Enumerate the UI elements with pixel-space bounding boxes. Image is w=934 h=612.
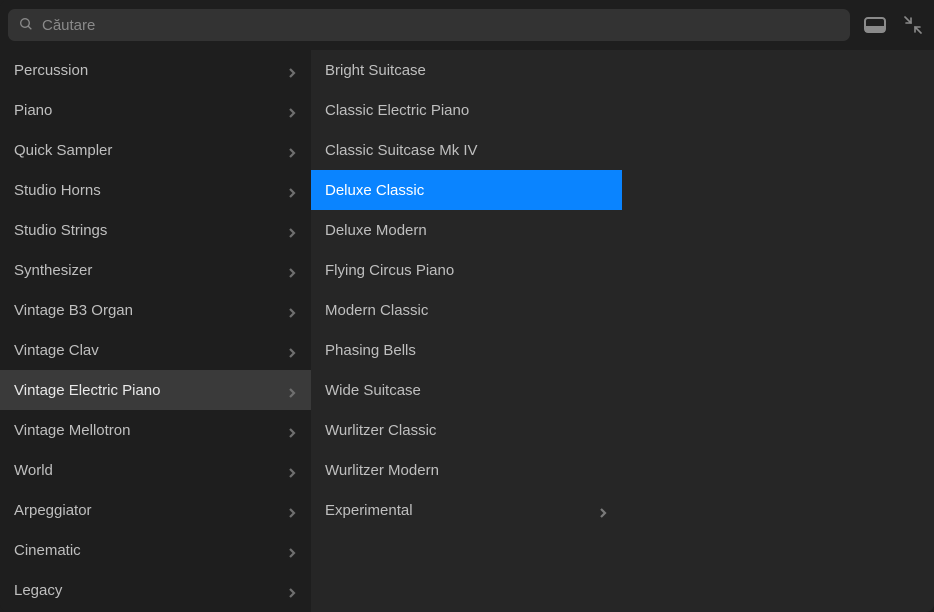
preset-item[interactable]: Wide Suitcase <box>311 370 622 410</box>
category-item-label: Studio Strings <box>14 222 107 239</box>
topbar <box>0 0 934 50</box>
panel-toggle-button[interactable] <box>862 14 888 36</box>
category-item[interactable]: Piano <box>0 90 311 130</box>
category-item-label: World <box>14 462 53 479</box>
preset-item-label: Wide Suitcase <box>325 382 421 399</box>
preset-item[interactable]: Wurlitzer Classic <box>311 410 622 450</box>
preset-item-label: Wurlitzer Modern <box>325 462 439 479</box>
category-item-label: Legacy <box>14 582 62 599</box>
chevron-right-icon <box>287 65 297 75</box>
preset-item[interactable]: Deluxe Classic <box>311 170 622 210</box>
preset-item-label: Classic Suitcase Mk IV <box>325 142 478 159</box>
chevron-right-icon <box>287 345 297 355</box>
preset-item-label: Modern Classic <box>325 302 428 319</box>
category-item[interactable]: Vintage B3 Organ <box>0 290 311 330</box>
category-item[interactable]: Vintage Mellotron <box>0 410 311 450</box>
chevron-right-icon <box>287 145 297 155</box>
search-box[interactable] <box>8 9 850 41</box>
preset-item[interactable]: Bright Suitcase <box>311 50 622 90</box>
chevron-right-icon <box>287 305 297 315</box>
chevron-right-icon <box>287 265 297 275</box>
preset-item[interactable]: Classic Electric Piano <box>311 90 622 130</box>
preset-item-label: Wurlitzer Classic <box>325 422 436 439</box>
preset-item-label: Phasing Bells <box>325 342 416 359</box>
category-item[interactable]: Cinematic <box>0 530 311 570</box>
preset-item[interactable]: Experimental <box>311 490 622 530</box>
category-item[interactable]: Arpeggiator <box>0 490 311 530</box>
preset-item-label: Classic Electric Piano <box>325 102 469 119</box>
category-item[interactable]: Studio Strings <box>0 210 311 250</box>
category-item[interactable]: Synthesizer <box>0 250 311 290</box>
category-item-label: Studio Horns <box>14 182 101 199</box>
category-item-label: Percussion <box>14 62 88 79</box>
preset-item[interactable]: Wurlitzer Modern <box>311 450 622 490</box>
chevron-right-icon <box>287 225 297 235</box>
category-item[interactable]: Vintage Electric Piano <box>0 370 311 410</box>
category-item-label: Vintage Mellotron <box>14 422 130 439</box>
category-item-label: Vintage Electric Piano <box>14 382 160 399</box>
category-item[interactable]: Percussion <box>0 50 311 90</box>
chevron-right-icon <box>287 465 297 475</box>
category-item-label: Arpeggiator <box>14 502 92 519</box>
category-item[interactable]: World <box>0 450 311 490</box>
search-input[interactable] <box>42 17 840 34</box>
preset-item-label: Deluxe Classic <box>325 182 424 199</box>
preset-item-label: Flying Circus Piano <box>325 262 454 279</box>
category-item[interactable]: Studio Horns <box>0 170 311 210</box>
category-column: Percussion Piano Quick Sampler Studio Horns… <box>0 50 311 612</box>
category-item-label: Cinematic <box>14 542 81 559</box>
preset-item[interactable]: Modern Classic <box>311 290 622 330</box>
chevron-right-icon <box>287 505 297 515</box>
preset-item-label: Experimental <box>325 502 413 519</box>
preset-item[interactable]: Deluxe Modern <box>311 210 622 250</box>
chevron-right-icon <box>287 385 297 395</box>
chevron-right-icon <box>287 585 297 595</box>
preset-item[interactable]: Flying Circus Piano <box>311 250 622 290</box>
preset-item-label: Deluxe Modern <box>325 222 427 239</box>
preset-column: Bright Suitcase Classic Electric Piano Cla… <box>311 50 622 612</box>
category-item-label: Piano <box>14 102 52 119</box>
chevron-right-icon <box>598 505 608 515</box>
chevron-right-icon <box>287 105 297 115</box>
chevron-right-icon <box>287 185 297 195</box>
library-browser: Percussion Piano Quick Sampler Studio Horns… <box>0 0 934 612</box>
collapse-icon[interactable] <box>900 14 926 36</box>
category-item[interactable]: Quick Sampler <box>0 130 311 170</box>
chevron-right-icon <box>287 425 297 435</box>
category-item-label: Synthesizer <box>14 262 92 279</box>
category-item-label: Vintage B3 Organ <box>14 302 133 319</box>
category-item-label: Quick Sampler <box>14 142 112 159</box>
search-icon <box>18 16 34 35</box>
preset-item[interactable]: Phasing Bells <box>311 330 622 370</box>
detail-column <box>622 50 934 612</box>
chevron-right-icon <box>287 545 297 555</box>
category-item[interactable]: Legacy <box>0 570 311 610</box>
columns: Percussion Piano Quick Sampler Studio Horns… <box>0 50 934 612</box>
preset-item[interactable]: Classic Suitcase Mk IV <box>311 130 622 170</box>
category-item[interactable]: Vintage Clav <box>0 330 311 370</box>
category-item-label: Vintage Clav <box>14 342 99 359</box>
preset-item-label: Bright Suitcase <box>325 62 426 79</box>
